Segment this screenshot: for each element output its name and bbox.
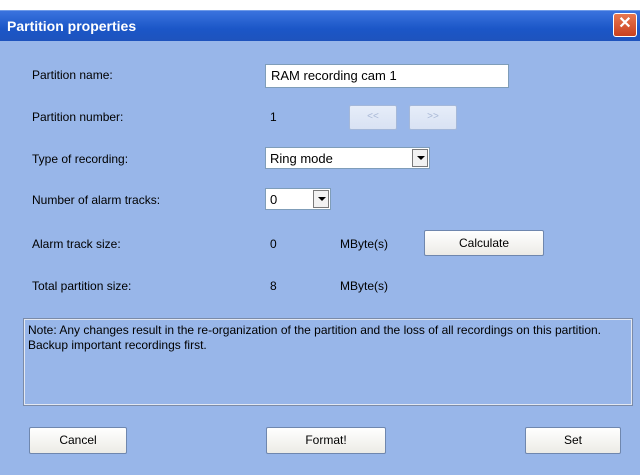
total-size-label: Total partition size: <box>32 279 132 293</box>
partition-number-label: Partition number: <box>32 110 124 124</box>
cancel-button[interactable]: Cancel <box>29 427 127 454</box>
alarm-size-label: Alarm track size: <box>32 237 121 251</box>
partition-name-input[interactable]: RAM recording cam 1 <box>265 64 509 88</box>
close-button[interactable]: ✕ <box>613 13 637 37</box>
partition-name-value: RAM recording cam 1 <box>271 68 397 83</box>
chevron-down-icon[interactable] <box>412 149 428 167</box>
calculate-button[interactable]: Calculate <box>424 230 544 256</box>
partition-number-value: 1 <box>270 110 277 124</box>
format-button[interactable]: Format! <box>266 427 386 454</box>
total-size-unit: MByte(s) <box>340 279 388 293</box>
previous-partition-button[interactable]: << <box>349 105 397 130</box>
alarm-tracks-value: 0 <box>270 192 278 207</box>
set-button[interactable]: Set <box>525 427 621 454</box>
window-title: Partition properties <box>7 18 137 34</box>
recording-type-select[interactable]: Ring mode <box>265 147 430 169</box>
alarm-size-value: 0 <box>270 237 277 251</box>
title-bar: Partition properties ✕ <box>0 10 640 41</box>
alarm-size-unit: MByte(s) <box>340 237 388 251</box>
recording-type-value: Ring mode <box>270 151 333 166</box>
partition-name-label: Partition name: <box>32 68 113 82</box>
partition-properties-dialog: Partition properties ✕ Partition name: R… <box>0 0 640 475</box>
alarm-tracks-select[interactable]: 0 <box>265 188 331 210</box>
next-partition-button[interactable]: >> <box>409 105 457 130</box>
alarm-tracks-label: Number of alarm tracks: <box>32 193 161 207</box>
recording-type-label: Type of recording: <box>32 152 129 166</box>
total-size-value: 8 <box>270 279 277 293</box>
chevron-down-icon[interactable] <box>313 190 329 208</box>
dialog-body: Partition name: RAM recording cam 1 Part… <box>0 41 640 475</box>
warning-note: Note: Any changes result in the re-organ… <box>24 319 632 405</box>
close-icon: ✕ <box>618 15 632 32</box>
